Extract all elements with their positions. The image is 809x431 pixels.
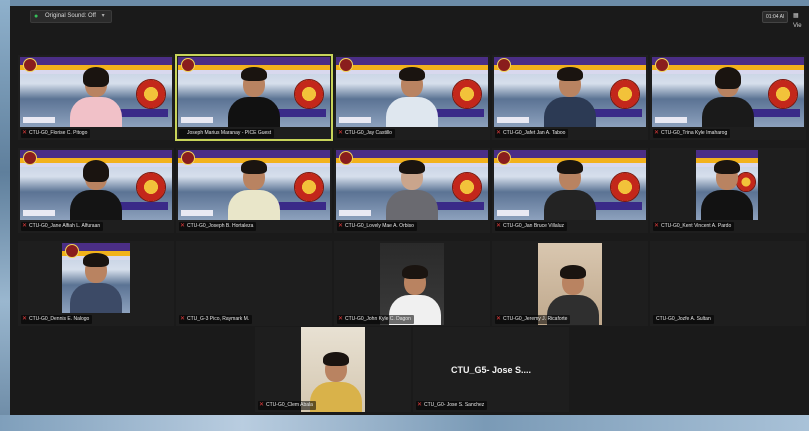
mic-muted-icon: ✕ xyxy=(338,130,344,136)
video-tile[interactable]: ✕ CTU-G0_Clem Abala xyxy=(255,327,411,412)
participant-video xyxy=(68,65,124,127)
webinar-slide-background xyxy=(62,243,130,313)
meeting-topbar: ● Original Sound: Off ▾ 01:04 AI ▦ Vie xyxy=(10,6,809,29)
mic-muted-icon: ✕ xyxy=(180,223,186,229)
participant-name: ✕ CTU_G-3 Pico, Raymark M. xyxy=(179,315,253,324)
participant-video xyxy=(384,158,440,220)
mic-muted-icon: ✕ xyxy=(259,402,265,408)
original-sound-toggle[interactable]: ● Original Sound: Off ▾ xyxy=(30,10,112,23)
participant-name: ✕ CTU-G0_Trina Kyle Imaharog xyxy=(653,129,731,138)
video-tile-no-camera[interactable]: CTU_G5- Jose S.... ✕ CTU_G0- Jose S. Sanc… xyxy=(413,327,569,412)
participant-name: ✕ CTU-G0_Clem Abala xyxy=(258,401,316,410)
mic-muted-icon: ✕ xyxy=(338,316,344,322)
webinar-slide-background xyxy=(178,57,330,127)
video-tile[interactable]: ✕ CTU-G0_Jeremy J. Ricaforte xyxy=(492,241,648,326)
participant-video xyxy=(542,65,598,127)
participant-video xyxy=(68,158,124,220)
participant-name: CTU-G0_Jozfe A. Sultan xyxy=(653,315,714,324)
participant-name: ✕ CTU_G0- Jose S. Sanchez xyxy=(416,401,488,410)
mic-muted-icon: ✕ xyxy=(180,316,186,322)
webinar-slide-background xyxy=(494,150,646,220)
mic-muted-icon: ✕ xyxy=(654,223,660,229)
participant-video xyxy=(301,327,365,412)
participant-name: ✕ CTU-G0_John Kyle C. Dagon xyxy=(337,315,414,324)
video-tile[interactable]: ✕ CTU-G0_Jay Castillo xyxy=(334,55,490,140)
grid-icon: ▦ xyxy=(793,13,799,19)
shield-icon: ● xyxy=(34,13,39,20)
video-tile[interactable]: ✕ CTU-G0_Kent Vincent A. Pardo xyxy=(650,148,806,233)
video-tile[interactable]: ✕ CTU-G0_Joseph B. Hortaleza xyxy=(176,148,332,233)
original-sound-label: Original Sound: Off xyxy=(45,13,96,19)
video-tile[interactable]: ✕ CTU-G0_John Kyle C. Dagon xyxy=(334,241,490,326)
participant-name: Joseph Marius Maranay - PICE Guest xyxy=(179,129,275,138)
view-button[interactable]: ▦ Vie xyxy=(793,11,807,29)
video-tile[interactable]: ✕ CTU-G0_Florise C. Pitogo xyxy=(18,55,174,140)
participant-name: ✕ CTU-G0_Joseph B. Hortaleza xyxy=(179,222,257,231)
mic-muted-icon: ✕ xyxy=(22,130,28,136)
view-label: Vie xyxy=(793,23,802,29)
participant-video xyxy=(700,65,756,127)
webinar-slide-background xyxy=(20,150,172,220)
desktop-edge-bottom xyxy=(0,415,809,431)
video-tile[interactable]: CTU-G0_Jozfe A. Sultan xyxy=(650,241,806,326)
participant-video xyxy=(542,158,598,220)
participant-name: ✕ CTU-G0_Dennis E. Nalogo xyxy=(21,315,93,324)
zoom-indicator[interactable]: 01:04 AI xyxy=(762,11,789,23)
mic-muted-icon: ✕ xyxy=(496,223,502,229)
participant-display-name: CTU_G5- Jose S.... xyxy=(450,364,532,375)
webinar-slide-background xyxy=(336,150,488,220)
video-tile[interactable]: ✕ CTU-G0_Dennis E. Nalogo xyxy=(18,241,174,326)
participant-name: ✕ CTU-G0_Jafet Jan A. Taboo xyxy=(495,129,569,138)
video-tile[interactable]: ✕ CTU-G0_Lovely Mae A. Orbiso xyxy=(334,148,490,233)
webinar-slide-background xyxy=(494,57,646,127)
participant-video xyxy=(226,65,282,127)
participant-name: ✕ CTU-G0_Jane Alfiah L. Alfuraan xyxy=(21,222,104,231)
mic-muted-icon: ✕ xyxy=(654,130,660,136)
participant-video xyxy=(538,243,602,325)
participant-video xyxy=(380,243,444,325)
mic-muted-icon: ✕ xyxy=(22,223,28,229)
participant-name: ✕ CTU-G0_Jan Bruce Villaluz xyxy=(495,222,568,231)
video-tile[interactable]: ✕ CTU-G0_Jafet Jan A. Taboo xyxy=(492,55,648,140)
video-tile[interactable]: ✕ CTU-G0_Jan Bruce Villaluz xyxy=(492,148,648,233)
participant-name: ✕ CTU-G0_Florise C. Pitogo xyxy=(21,129,91,138)
video-tile-active-speaker[interactable]: Joseph Marius Maranay - PICE Guest xyxy=(175,54,333,141)
participant-video xyxy=(226,158,282,220)
desktop-edge-left xyxy=(0,0,10,431)
webinar-slide-background xyxy=(652,57,804,127)
mic-muted-icon: ✕ xyxy=(496,130,502,136)
participant-video xyxy=(68,251,124,313)
mic-muted-icon: ✕ xyxy=(417,402,423,408)
webinar-slide-background xyxy=(178,150,330,220)
mic-muted-icon: ✕ xyxy=(338,223,344,229)
mic-muted-icon: ✕ xyxy=(22,316,28,322)
video-tile[interactable]: ✕ CTU_G-3 Pico, Raymark M. xyxy=(176,241,332,326)
webinar-slide-background xyxy=(20,57,172,127)
participant-video xyxy=(384,65,440,127)
participant-name: ✕ CTU-G0_Lovely Mae A. Orbiso xyxy=(337,222,417,231)
participant-video xyxy=(699,158,755,220)
webinar-slide-background xyxy=(336,57,488,127)
participant-name: ✕ CTU-G0_Kent Vincent A. Pardo xyxy=(653,222,735,231)
mic-muted-icon: ✕ xyxy=(496,316,502,322)
participant-name: ✕ CTU-G0_Jeremy J. Ricaforte xyxy=(495,315,571,324)
webinar-slide-background xyxy=(696,150,758,220)
chevron-down-icon: ▾ xyxy=(101,13,105,19)
video-tile[interactable]: ✕ CTU-G0_Trina Kyle Imaharog xyxy=(650,55,806,140)
video-tile[interactable]: ✕ CTU-G0_Jane Alfiah L. Alfuraan xyxy=(18,148,174,233)
participant-name: ✕ CTU-G0_Jay Castillo xyxy=(337,129,395,138)
